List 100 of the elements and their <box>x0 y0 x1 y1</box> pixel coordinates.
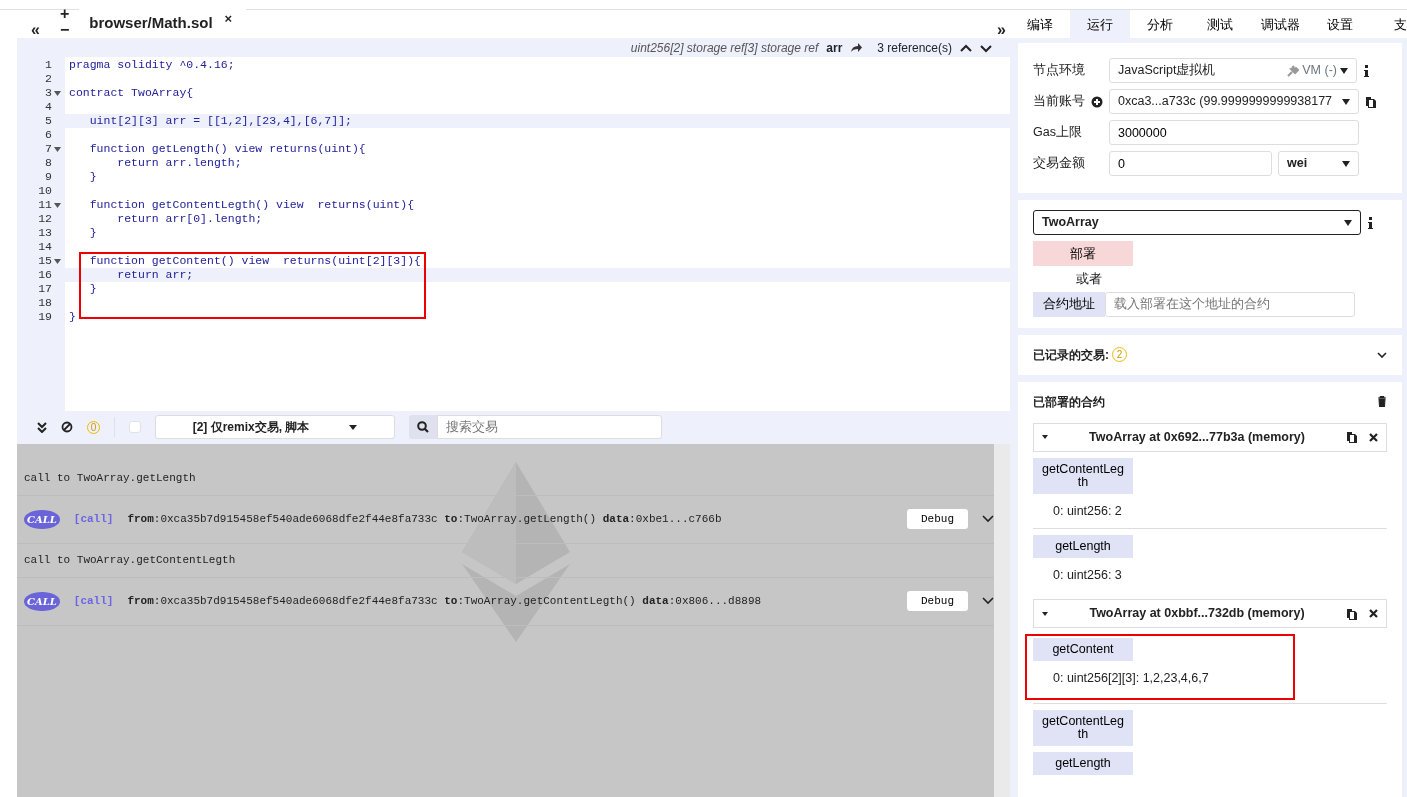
caret-icon <box>1342 160 1350 167</box>
call-badge: CALL <box>24 591 60 611</box>
fold-arrow-icon[interactable] <box>54 146 61 152</box>
clear-icon[interactable] <box>61 421 73 433</box>
debug-button[interactable]: Debug <box>907 590 968 612</box>
panel-tab[interactable]: 运行 <box>1070 10 1130 38</box>
copy-icon[interactable] <box>1346 431 1357 443</box>
function-button[interactable]: getLength <box>1033 751 1133 775</box>
info-icon[interactable] <box>1363 64 1370 77</box>
copy-icon[interactable] <box>1346 607 1357 620</box>
log-text: call to TwoArray.getLength <box>24 470 196 486</box>
code-line: pragma solidity ^0.4.16; <box>69 58 235 71</box>
code-line: function getLength() view returns(uint){ <box>88 142 366 155</box>
code-line: } <box>88 282 97 295</box>
line-number: 19 <box>38 309 52 326</box>
code-line: } <box>88 226 97 239</box>
line-number: 4 <box>45 99 52 116</box>
chevron-down-icon[interactable] <box>1377 351 1387 358</box>
instance-title: TwoArray at 0xbbf...732db (memory) <box>1088 605 1306 623</box>
function-button[interactable]: getLength <box>1033 535 1133 559</box>
line-number: 3 <box>45 85 52 102</box>
address-field[interactable]: 载入部署在这个地址的合约 <box>1105 291 1355 317</box>
filter-dropdown[interactable]: [2] 仅remix交易, 脚本 <box>155 415 395 439</box>
debug-button[interactable]: Debug <box>907 508 968 530</box>
function-button[interactable]: getContentLegth <box>1033 709 1133 746</box>
call-result: 0: uint256[2][3]: 1,2,23,4,6,7 <box>1052 670 1210 687</box>
tx-details: from:0xca35b7d915458ef540ade6068dfe2f44e8fa733c to:TwoArray.getContentLegth() data:0x806...d8898 <box>127 593 763 609</box>
search-field[interactable]: 搜索交易 <box>437 415 662 439</box>
value-field[interactable]: 0 <box>1109 151 1272 176</box>
recorded-transactions-card[interactable]: 已记录的交易: 2 <box>1018 334 1402 375</box>
next-reference-icon[interactable] <box>980 42 992 53</box>
field-label: 交易金额 <box>1033 155 1086 173</box>
line-number: 10 <box>38 183 52 200</box>
remove-file-button[interactable]: − <box>55 22 74 38</box>
caret-icon <box>349 424 358 430</box>
references-count: 3 reference(s) <box>877 39 952 57</box>
type-info: uint256[2] storage ref[3] storage ref <box>630 39 819 57</box>
line-number: 17 <box>38 281 52 298</box>
chevron-down-icon[interactable] <box>982 597 994 605</box>
minimize-icon[interactable] <box>37 421 47 433</box>
line-number: 6 <box>45 127 52 144</box>
instance-title: TwoArray at 0x692...77b3a (memory) <box>1088 428 1306 446</box>
close-icon[interactable] <box>1369 432 1378 442</box>
collapse-left-button[interactable]: « <box>27 22 44 38</box>
fold-arrow-icon[interactable] <box>54 90 61 96</box>
variable-name: arr <box>826 39 843 57</box>
at-address-button[interactable]: 合约地址 <box>1033 291 1105 317</box>
line-number: 13 <box>38 225 52 242</box>
plug-icon <box>1286 64 1300 77</box>
close-icon[interactable] <box>1369 609 1378 618</box>
log-text: call to TwoArray.getContentLegth <box>24 552 236 568</box>
line-number: 16 <box>38 267 52 284</box>
line-number: 18 <box>38 295 52 312</box>
line-number: 2 <box>45 71 52 88</box>
line-number: 8 <box>45 155 52 172</box>
function-button[interactable]: getContentLegth <box>1033 457 1133 494</box>
call-badge: CALL <box>24 509 60 529</box>
expand-right-button[interactable]: » <box>993 22 1010 38</box>
caret-icon <box>1344 219 1352 226</box>
tx-type: [call] <box>73 511 114 527</box>
contract-dropdown[interactable]: TwoArray <box>1033 210 1361 235</box>
filter-checkbox[interactable] <box>129 421 141 433</box>
code-line: } <box>88 170 97 183</box>
line-number: 12 <box>38 211 52 228</box>
field-label: 节点环境 <box>1033 62 1086 80</box>
code-line: return arr; <box>116 268 194 281</box>
jump-to-declaration-icon[interactable] <box>850 42 864 53</box>
fold-arrow-icon[interactable] <box>54 202 61 208</box>
close-tab-button[interactable]: × <box>220 11 237 25</box>
trash-icon[interactable] <box>1377 396 1387 407</box>
previous-reference-icon[interactable] <box>960 42 972 53</box>
line-number: 5 <box>45 113 52 130</box>
search-button[interactable] <box>409 415 437 439</box>
line-number: 1 <box>45 57 52 74</box>
unit-dropdown[interactable]: wei <box>1278 151 1359 176</box>
caret-icon <box>1342 98 1350 105</box>
add-circle-icon[interactable] <box>1091 95 1103 108</box>
code-line: function getContent() view returns(uint[2][3]){ <box>88 254 421 267</box>
code-line: return arr[0].length; <box>116 212 263 225</box>
fold-arrow-icon[interactable] <box>54 258 61 264</box>
line-number: 7 <box>45 141 52 158</box>
function-button[interactable]: getContent <box>1033 638 1133 661</box>
info-icon[interactable] <box>1367 216 1374 229</box>
call-result: 0: uint256: 2 <box>1052 502 1123 520</box>
environment-dropdown[interactable]: JavaScript虚拟机 VM (-) <box>1109 58 1357 83</box>
gas-limit-field[interactable]: 3000000 <box>1109 120 1359 145</box>
code-line: uint[2][3] arr = [[1,2],[23,4],[6,7]]; <box>88 114 352 127</box>
field-label: Gas上限 <box>1033 124 1083 142</box>
account-dropdown[interactable]: 0xca3...a733c (99.9999999999938177 <box>1109 89 1359 114</box>
code-line: return arr.length; <box>116 156 242 169</box>
chevron-down-icon[interactable] <box>982 515 994 523</box>
code-line: } <box>69 310 76 323</box>
scrollbar[interactable] <box>994 443 1010 797</box>
instance-header[interactable]: TwoArray at 0xbbf...732db (memory) <box>1033 599 1387 628</box>
caret-icon <box>1042 435 1048 439</box>
copy-icon[interactable] <box>1365 95 1376 108</box>
line-number: 9 <box>45 169 52 186</box>
deploy-button[interactable]: 部署 <box>1033 241 1133 266</box>
add-file-button[interactable]: + <box>55 6 74 22</box>
instance-header[interactable]: TwoArray at 0x692...77b3a (memory) <box>1033 422 1387 452</box>
